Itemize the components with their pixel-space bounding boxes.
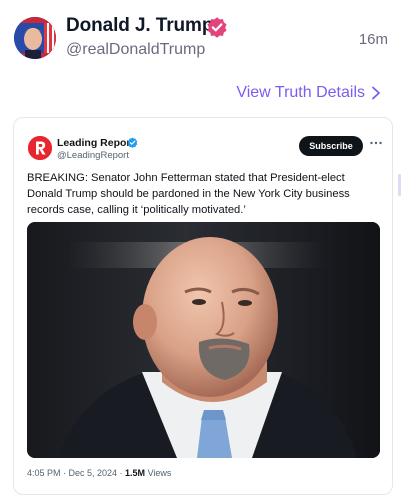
post-photo[interactable] bbox=[27, 222, 380, 458]
more-options-icon[interactable] bbox=[369, 138, 383, 148]
subscribe-button[interactable]: Subscribe bbox=[299, 136, 363, 156]
views-label: Views bbox=[145, 468, 172, 478]
user-handle[interactable]: @realDonaldTrump bbox=[66, 41, 205, 59]
avatar-image bbox=[14, 17, 56, 59]
display-name[interactable]: Donald J. Trump bbox=[66, 15, 213, 37]
verified-badge-icon bbox=[207, 17, 227, 38]
embedded-post-card[interactable]: Leading Report @LeadingReport Subscribe … bbox=[13, 117, 393, 495]
views-count: 1.5M bbox=[125, 468, 146, 478]
avatar[interactable] bbox=[14, 17, 56, 59]
post-timestamp: 16m bbox=[358, 31, 388, 48]
post-date: 4:05 PM · Dec 5, 2024 · bbox=[27, 468, 126, 478]
post-meta: 4:05 PM · Dec 5, 2024 · 1.5M Views bbox=[27, 468, 171, 478]
photo-image bbox=[27, 222, 380, 458]
verified-check-icon bbox=[127, 137, 138, 148]
quoted-post-text: BREAKING: Senator John Fetterman stated … bbox=[27, 172, 350, 216]
quoted-account-handle[interactable]: @LeadingReport bbox=[57, 150, 129, 161]
view-truth-details-label: View Truth Details bbox=[236, 84, 365, 101]
view-truth-details-link[interactable]: View Truth Details bbox=[236, 84, 381, 102]
scrollbar-thumb[interactable] bbox=[398, 174, 401, 196]
leading-report-logo-mark bbox=[28, 136, 52, 160]
leading-report-logo[interactable] bbox=[28, 136, 52, 160]
chevron-right-icon bbox=[372, 86, 380, 100]
quoted-account-name[interactable]: Leading Report bbox=[57, 137, 134, 149]
